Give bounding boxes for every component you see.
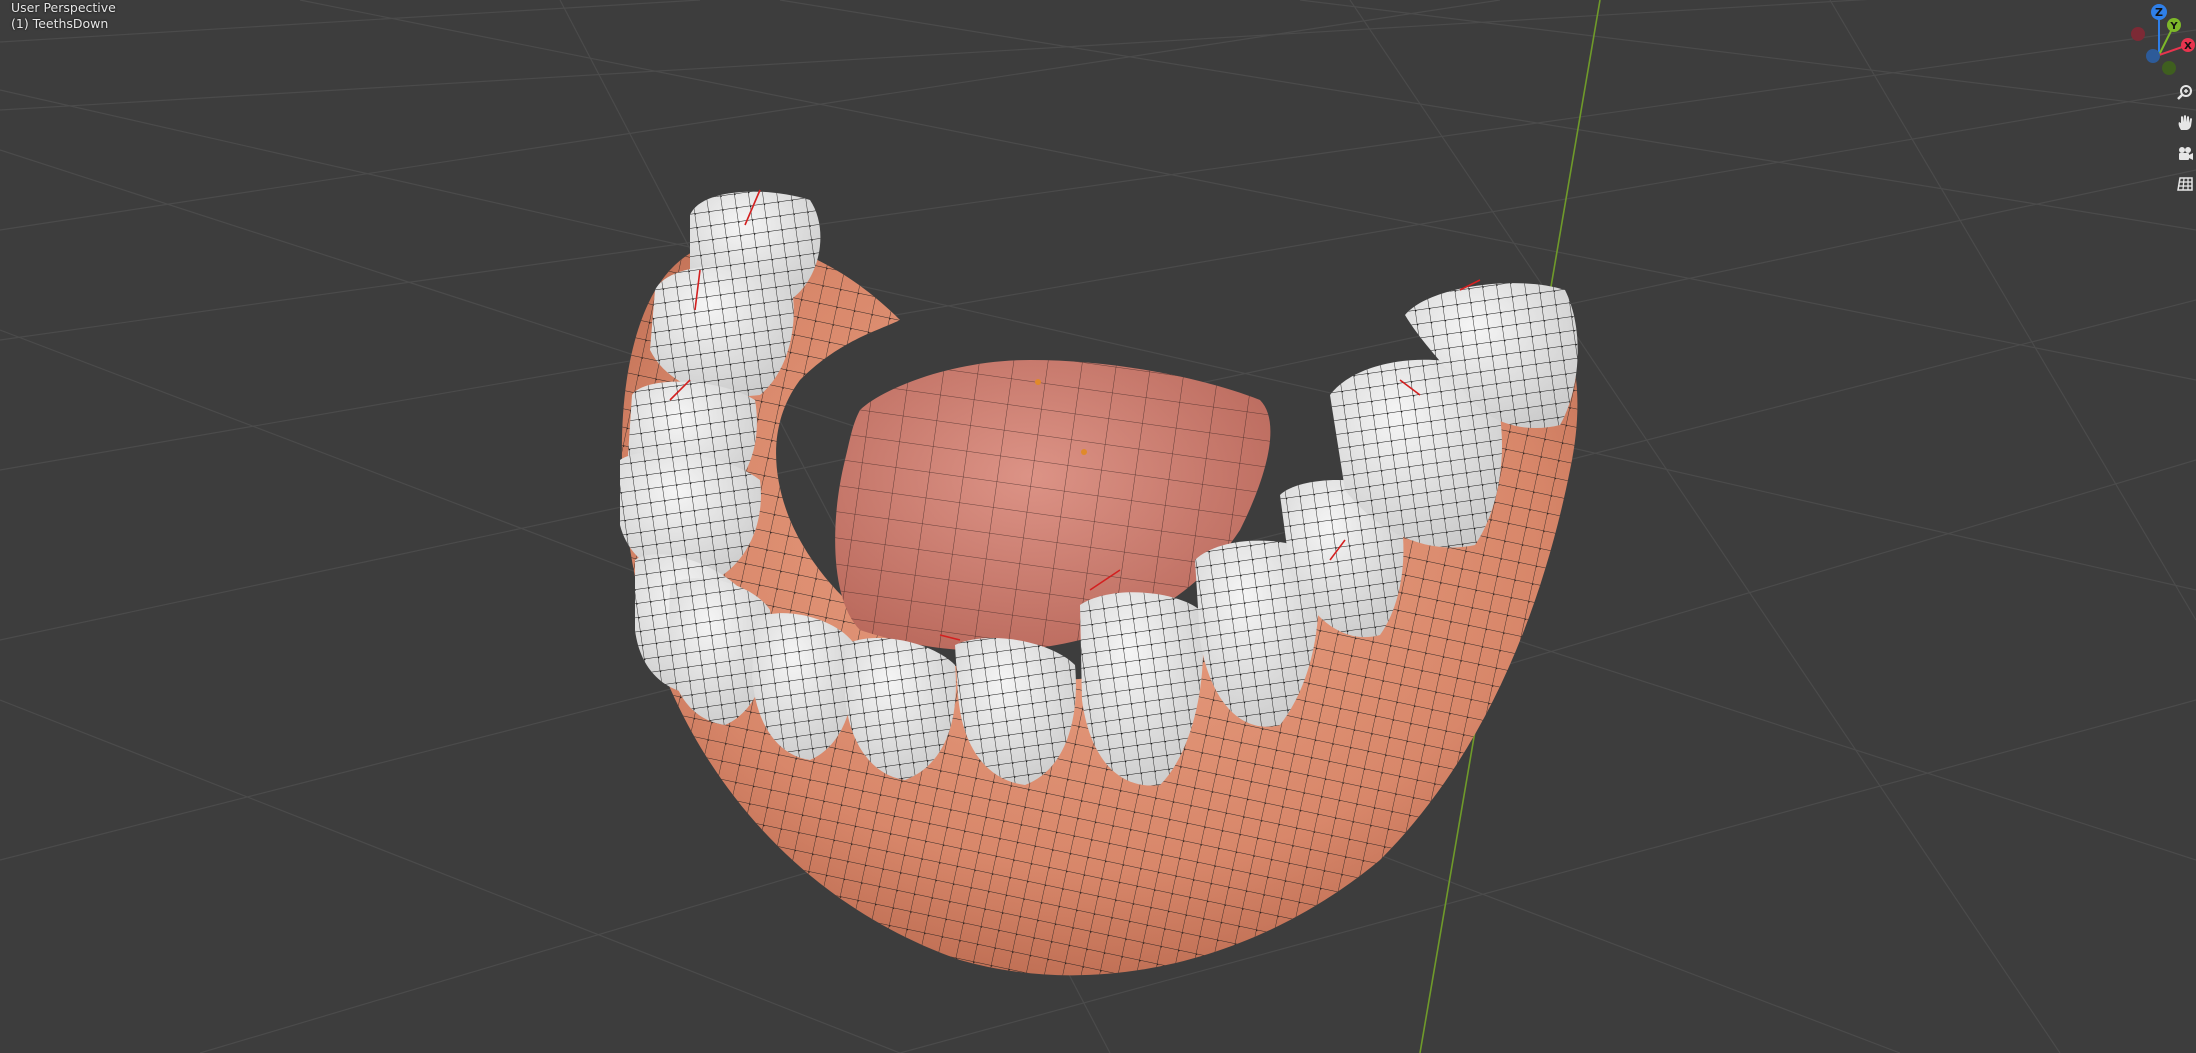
viewport-view-name: User Perspective xyxy=(11,0,116,15)
ortho-toggle-button[interactable] xyxy=(2174,173,2196,195)
grid-icon xyxy=(2177,177,2193,191)
gizmo-neg-z xyxy=(2146,49,2160,63)
gizmo-neg-y xyxy=(2162,61,2176,75)
gizmo-neg-x xyxy=(2131,27,2145,41)
camera-view-button[interactable] xyxy=(2174,143,2196,165)
viewport-object-name: (1) TeethsDown xyxy=(11,16,109,31)
viewport-scene[interactable] xyxy=(0,0,2196,1053)
zoom-icon xyxy=(2177,85,2192,100)
tongue-vertex xyxy=(1035,379,1041,385)
zoom-button[interactable] xyxy=(2174,82,2196,104)
teeth-down-mesh xyxy=(620,189,1578,976)
gizmo-y-label: Y xyxy=(2169,21,2178,32)
3d-viewport[interactable]: User Perspective (1) TeethsDown Z Y X xyxy=(0,0,2196,1053)
gizmo-z-axis[interactable]: Z xyxy=(2151,4,2167,20)
pan-button[interactable] xyxy=(2174,112,2196,134)
gizmo-y-axis[interactable]: Y xyxy=(2167,18,2181,32)
tongue-vertex xyxy=(1081,449,1087,455)
gizmo-x-label: X xyxy=(2184,41,2192,52)
hand-icon xyxy=(2178,115,2192,130)
camera-icon xyxy=(2179,147,2193,160)
gizmo-z-label: Z xyxy=(2155,6,2163,19)
gizmo-x-axis[interactable]: X xyxy=(2181,38,2195,52)
navigation-gizmo[interactable]: Z Y X xyxy=(2116,0,2196,80)
